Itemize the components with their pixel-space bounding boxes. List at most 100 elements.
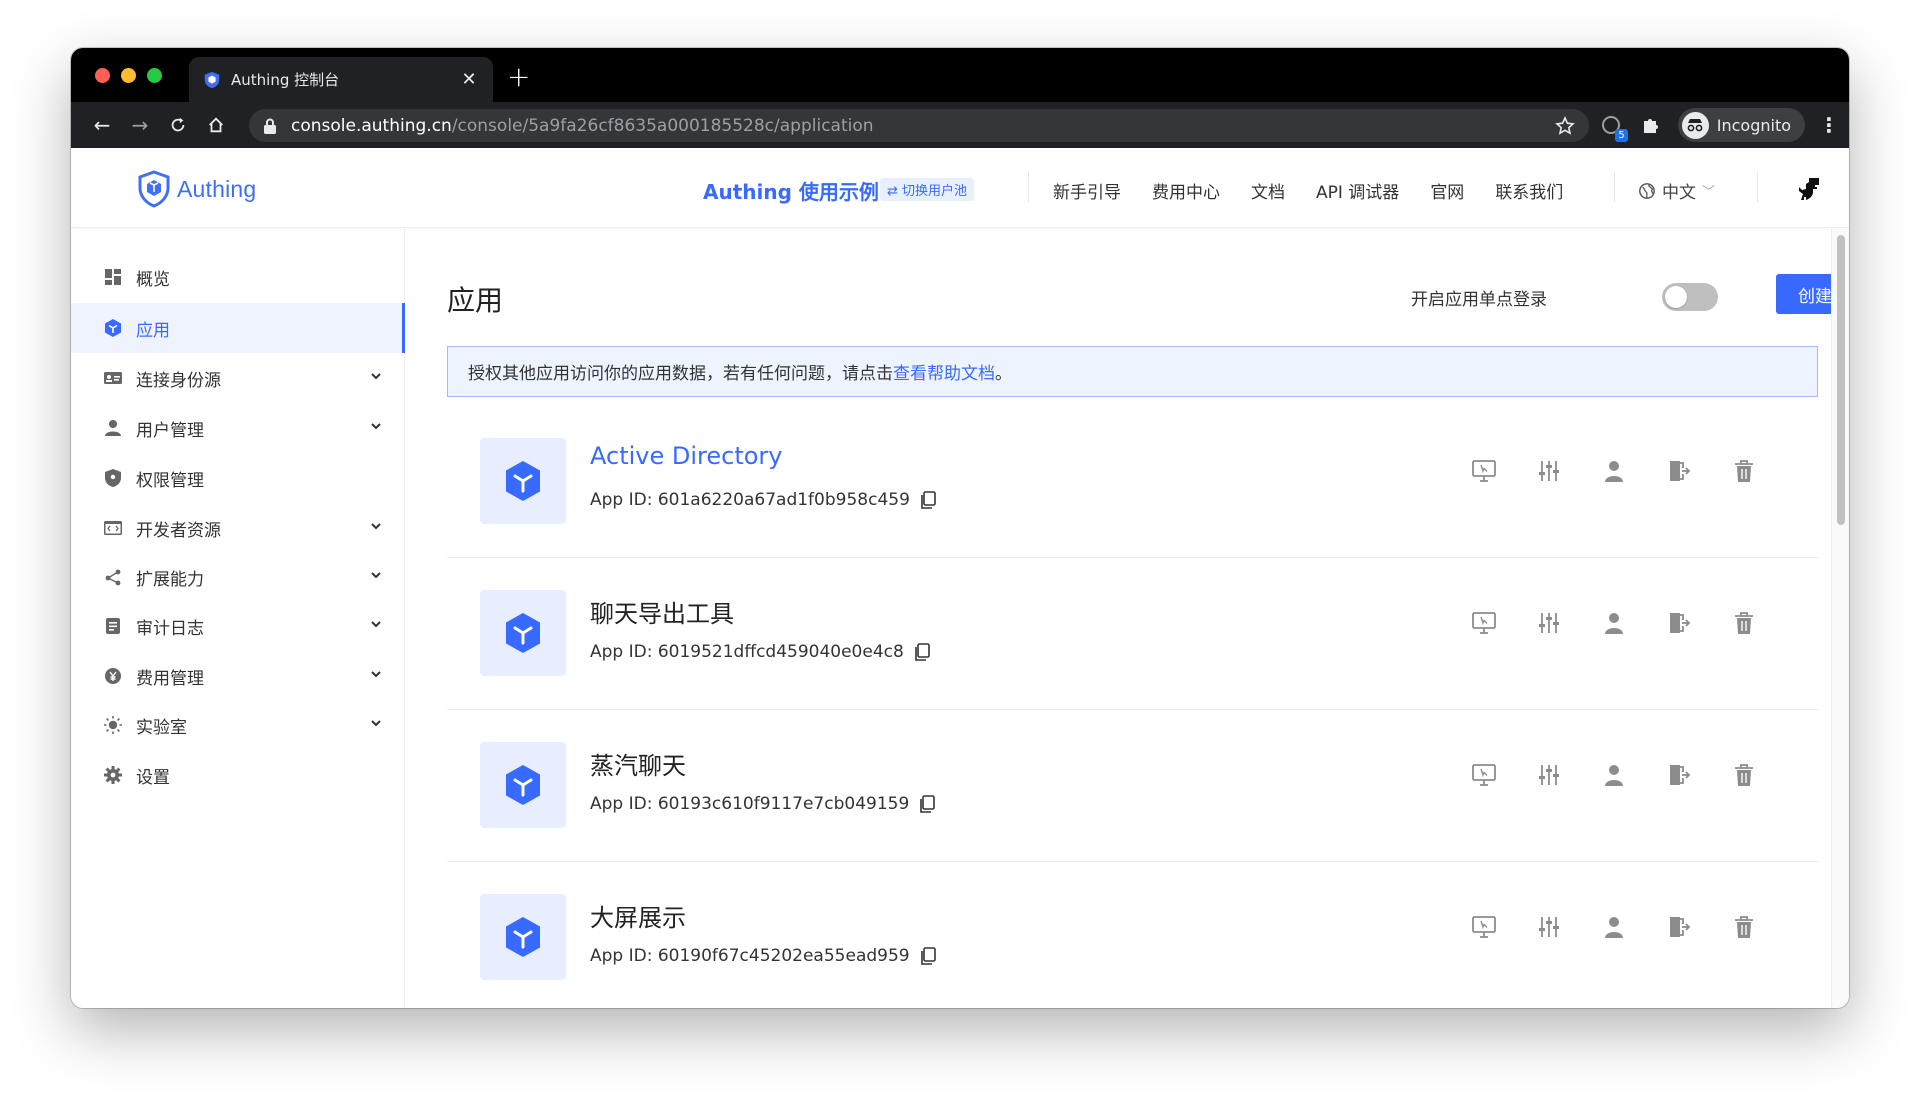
code-icon [103,518,123,538]
trash-icon[interactable] [1731,762,1757,788]
authing-logo[interactable]: Authing [137,170,256,208]
switch-user-pool-button[interactable]: ⇄ 切换用户池 [880,178,975,201]
chevron-down-icon [371,423,381,430]
monitor-icon[interactable] [1471,458,1497,484]
reload-icon[interactable] [159,108,197,142]
app-row[interactable]: 蒸汽聊天 App ID: 60193c610f9117e7cb049159 [447,710,1818,862]
main-content: 应用 开启应用单点登录 创建应用 授权其他应用访问你的应用数据，若有任何问题，请… [406,229,1849,1008]
app-row[interactable]: Active Directory App ID: 601a6220a67ad1f… [447,406,1818,558]
extension-badge: 5 [1615,129,1628,142]
sidebar-item-developer-resources[interactable]: 开发者资源 [71,503,405,553]
sidebar-item-overview[interactable]: 概览 [71,252,405,302]
close-window-button[interactable] [95,68,110,83]
new-tab-icon[interactable]: + [507,62,530,92]
language-label: 中文 [1662,183,1696,203]
sliders-icon[interactable] [1536,610,1562,636]
toolbar-right: 5 Incognito ⋮ [1598,108,1839,142]
back-arrow-icon[interactable]: ← [83,108,121,142]
forward-arrow-icon[interactable]: → [121,108,159,142]
nav-official-site[interactable]: 官网 [1430,178,1464,203]
home-icon[interactable] [197,108,235,142]
browser-window: Authing 控制台 ✕ + ← → console.authing.cn/c… [71,48,1849,1008]
close-tab-icon[interactable]: ✕ [459,69,479,90]
app-row[interactable]: 聊天导出工具 App ID: 6019521dffcd459040e0e4c8 [447,558,1818,710]
copy-icon[interactable] [920,491,936,509]
help-docs-link[interactable]: 查看帮助文档 [893,359,995,384]
sidebar-item-settings[interactable]: 设置 [71,750,405,800]
dino-logo-icon[interactable] [1795,176,1821,202]
copy-icon[interactable] [920,947,936,965]
user-icon[interactable] [1601,914,1627,940]
address-bar[interactable]: console.authing.cn/console/5a9fa26cf8635… [249,109,1589,142]
dashboard-icon [103,267,123,287]
app-cube-icon [480,894,566,980]
browser-tab[interactable]: Authing 控制台 ✕ [189,57,493,102]
browser-toolbar: ← → console.authing.cn/console/5a9fa26cf… [71,102,1849,148]
trash-icon[interactable] [1731,914,1757,940]
sidebar-item-applications[interactable]: 应用 [71,303,405,353]
language-selector[interactable]: 中文 ﹀ [1638,178,1715,203]
nav-contact-us[interactable]: 联系我们 [1495,178,1563,203]
copy-icon[interactable] [919,795,936,813]
nav-api-explorer[interactable]: API 调试器 [1316,178,1399,203]
sidebar-item-lab[interactable]: 实验室 [71,700,405,750]
url-path: /console/5a9fa26cf8635a000185528c/applic… [451,115,874,136]
monitor-icon[interactable] [1471,914,1497,940]
chevron-down-icon [371,523,381,530]
chevron-down-icon [371,621,381,628]
header-divider [1028,172,1029,202]
bookmark-star-icon[interactable] [1555,116,1575,136]
logout-icon[interactable] [1666,458,1692,484]
sidebar-item-audit-logs[interactable]: 审计日志 [71,601,405,651]
sidebar-item-label: 实验室 [136,717,187,738]
browser-menu-icon[interactable]: ⋮ [1819,113,1839,137]
shield-icon [103,468,123,488]
info-banner: 授权其他应用访问你的应用数据，若有任何问题，请点击 查看帮助文档 。 [447,346,1818,397]
scrollbar-thumb[interactable] [1837,235,1845,525]
monitor-icon[interactable] [1471,762,1497,788]
app-row[interactable]: 大屏展示 App ID: 60190f67c45202ea55ead959 [447,862,1818,1008]
globe-icon [1639,182,1655,199]
browser-tab-strip: Authing 控制台 ✕ + [71,48,1849,102]
app-name[interactable]: 聊天导出工具 [590,594,734,629]
logout-icon[interactable] [1666,762,1692,788]
sidebar-item-identity-sources[interactable]: 连接身份源 [71,353,405,403]
copy-icon[interactable] [914,643,930,661]
app-name[interactable]: Active Directory [590,442,782,470]
sso-toggle[interactable] [1662,283,1718,311]
sidebar-item-billing[interactable]: 费用管理 [71,651,405,701]
user-icon[interactable] [1601,610,1627,636]
nav-billing-center[interactable]: 费用中心 [1152,178,1220,203]
nav-docs[interactable]: 文档 [1251,178,1285,203]
trash-icon[interactable] [1731,610,1757,636]
monitor-icon[interactable] [1471,610,1497,636]
minimize-window-button[interactable] [121,68,136,83]
app-id-text: App ID: 601a6220a67ad1f0b958c459 [590,490,910,510]
app-cube-icon [480,742,566,828]
logo-text: Authing [177,175,257,202]
sliders-icon[interactable] [1536,458,1562,484]
id-card-icon [103,368,123,388]
trash-icon[interactable] [1731,458,1757,484]
sidebar-item-user-management[interactable]: 用户管理 [71,403,405,453]
incognito-profile-button[interactable]: Incognito [1677,108,1805,142]
logout-icon[interactable] [1666,914,1692,940]
maximize-window-button[interactable] [147,68,162,83]
app-name[interactable]: 大屏展示 [590,898,686,933]
app-id-text: App ID: 60190f67c45202ea55ead959 [590,946,910,966]
sso-label: 开启应用单点登录 [1411,290,1547,310]
sliders-icon[interactable] [1536,914,1562,940]
user-icon[interactable] [1601,458,1627,484]
sidebar-item-permissions[interactable]: 权限管理 [71,453,405,503]
authing-shield-icon [204,71,220,88]
logout-icon[interactable] [1666,610,1692,636]
page-scrollbar[interactable] [1831,229,1849,1008]
puzzle-extensions-icon[interactable] [1638,112,1664,138]
nav-onboarding[interactable]: 新手引导 [1053,178,1121,203]
user-icon[interactable] [1601,762,1627,788]
app-name[interactable]: 蒸汽聊天 [590,746,686,781]
sidebar-item-extensions[interactable]: 扩展能力 [71,552,405,602]
sliders-icon[interactable] [1536,762,1562,788]
extension-counter-icon[interactable]: 5 [1598,112,1628,142]
authing-logo-icon [138,170,170,208]
